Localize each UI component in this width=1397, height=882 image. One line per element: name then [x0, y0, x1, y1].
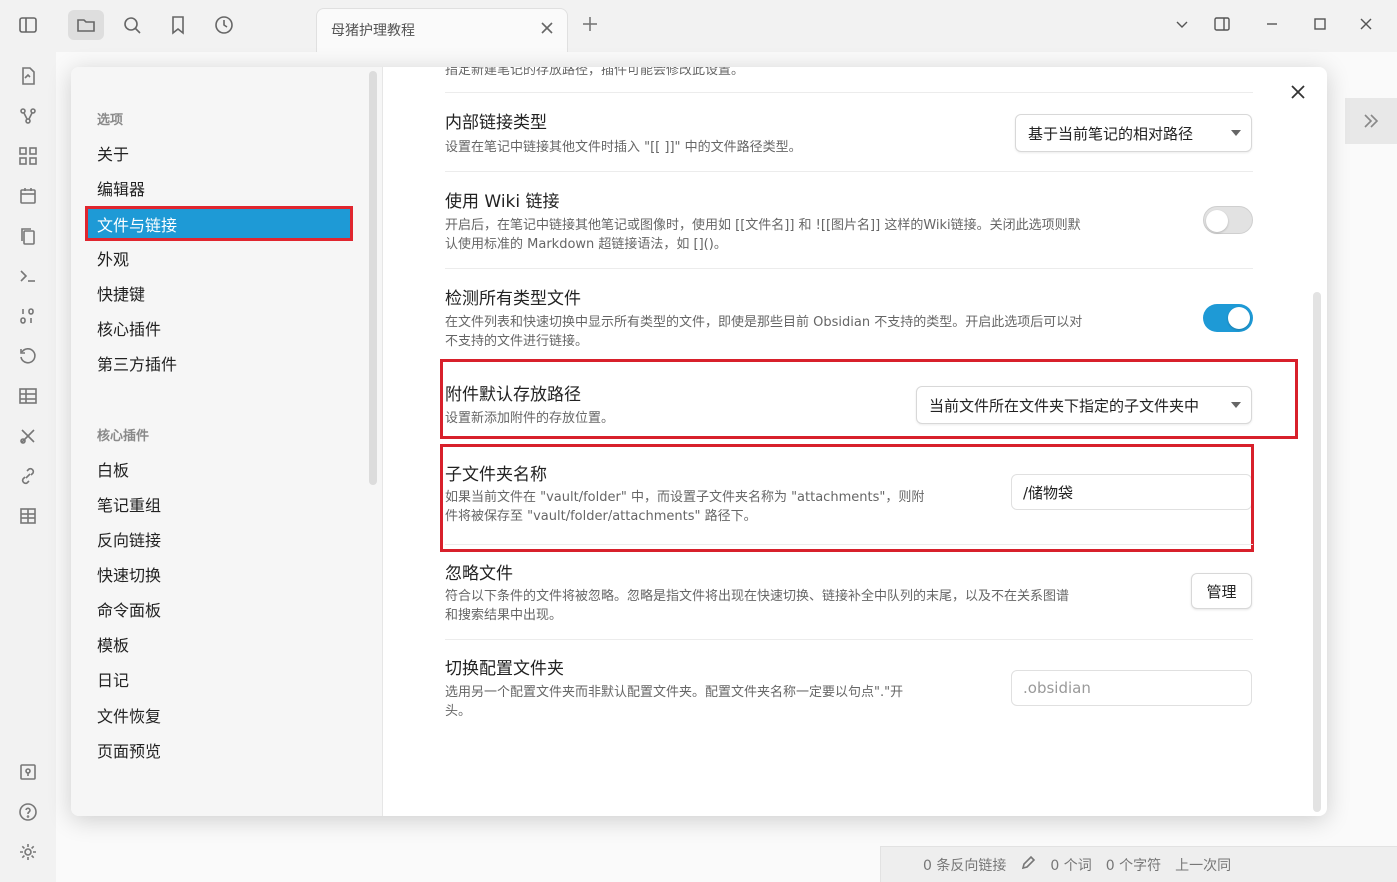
history-icon[interactable]	[16, 344, 40, 368]
setting-name: 切换配置文件夹	[445, 659, 564, 679]
sidebar-item-appearance[interactable]: 外观	[85, 241, 353, 274]
desc-line: 选用另一个配置文件夹而非默认配置文件夹。配置文件夹名称一定要以句点"."开	[445, 685, 904, 700]
setting-name: 使用 Wiki 链接	[445, 192, 560, 212]
highlight-box	[440, 359, 1298, 439]
search-icon[interactable]	[114, 10, 150, 40]
sidebar-item-about[interactable]: 关于	[85, 136, 353, 169]
desc-line: 开启后，在笔记中链接其他笔记或图像时，使用如 [[文件名]] 和 ![[图片名]…	[445, 218, 1081, 233]
setting-wiki-links: 使用 Wiki 链接 开启后，在笔记中链接其他笔记或图像时，使用如 [[文件名]…	[445, 171, 1253, 268]
link-icon[interactable]	[16, 464, 40, 488]
top-cut-description: 指定新建笔记的存放路径，插件可能会修改此设置。	[445, 67, 745, 78]
left-ribbon	[0, 52, 56, 882]
sidebar-item-core-plugins[interactable]: 核心插件	[85, 311, 353, 344]
chevron-down-icon	[1231, 130, 1241, 136]
core-plugins-heading: 核心插件	[97, 429, 150, 444]
table-icon[interactable]	[16, 384, 40, 408]
canvas-icon[interactable]	[16, 144, 40, 168]
toggle-knob	[1228, 307, 1250, 329]
internal-link-type-dropdown[interactable]: 基于当前笔记的相对路径	[1015, 114, 1252, 152]
minimize-icon[interactable]	[1260, 12, 1284, 36]
desc-line: 和搜索结果中出现。	[445, 608, 563, 623]
folder-icon[interactable]	[68, 10, 104, 40]
desc-line: 认使用标准的 Markdown 超链接语法，如 []()。	[445, 237, 727, 252]
terminal-icon[interactable]	[16, 264, 40, 288]
setting-detect-all-file-types: 检测所有类型文件 在文件列表和快速切换中显示所有类型的文件，即使是那些目前 Ob…	[445, 268, 1253, 364]
sidebar-item-templates[interactable]: 模板	[85, 627, 353, 660]
sidebar-item-quick-switcher[interactable]: 快速切换	[85, 557, 353, 590]
desc-line: 头。	[445, 704, 472, 719]
tab-active-note[interactable]: 母猪护理教程	[316, 8, 568, 52]
pencil-icon[interactable]	[1020, 855, 1036, 875]
clock-icon[interactable]	[206, 10, 242, 40]
maximize-icon[interactable]	[1308, 12, 1332, 36]
tab-title: 母猪护理教程	[331, 23, 415, 39]
calendar-icon[interactable]	[16, 184, 40, 208]
vault-icon[interactable]	[16, 760, 40, 784]
highlight-box	[440, 444, 1254, 552]
expand-right-sidebar-icon[interactable]	[1345, 98, 1397, 144]
settings-modal: 选项 关于 编辑器 文件与链接 外观 快捷键 核心插件 第三方插件 核心插件 白…	[71, 67, 1327, 816]
close-icon[interactable]	[539, 20, 557, 38]
last-sync: 上一次同	[1175, 857, 1232, 874]
sidebar-item-daily-notes[interactable]: 日记	[85, 662, 353, 695]
sidebar-item-note-composer[interactable]: 笔记重组	[85, 487, 353, 520]
status-bar: 0 条反向链接 0 个词 0 个字符 上一次同	[880, 846, 1397, 882]
window-close-icon[interactable]	[1354, 12, 1378, 36]
setting-description: 符合以下条件的文件将被忽略。忽略是指文件将出现在快速切换、链接补全中队列的末尾，…	[445, 587, 1185, 625]
manage-button[interactable]: 管理	[1191, 573, 1252, 609]
sidebar-toggle-icon[interactable]	[10, 10, 46, 40]
desc-line: 符合以下条件的文件将被忽略。忽略是指文件将出现在快速切换、链接补全中队列的末尾，…	[445, 589, 1070, 604]
right-sidebar-toggle-icon[interactable]	[1210, 12, 1234, 36]
setting-internal-link-type: 内部链接类型 设置在笔记中链接其他文件时插入 "[[ ]]" 中的文件路径类型。…	[445, 92, 1253, 171]
settings-sidebar: 选项 关于 编辑器 文件与链接 外观 快捷键 核心插件 第三方插件 核心插件 白…	[71, 67, 383, 816]
detect-all-files-toggle[interactable]	[1203, 304, 1253, 332]
sidebar-item-canvas[interactable]: 白板	[85, 452, 353, 485]
sidebar-item-editor[interactable]: 编辑器	[85, 171, 353, 204]
dropdown-value: 基于当前笔记的相对路径	[1028, 124, 1194, 143]
setting-description: 开启后，在笔记中链接其他笔记或图像时，使用如 [[文件名]] 和 ![[图片名]…	[445, 216, 1185, 254]
binary-icon[interactable]	[16, 304, 40, 328]
title-bar: 母猪护理教程	[0, 0, 1397, 52]
setting-name: 忽略文件	[445, 564, 513, 584]
backlinks-count[interactable]: 0 条反向链接	[923, 855, 1006, 875]
setting-description: 在文件列表和快速切换中显示所有类型的文件，即使是那些目前 Obsidian 不支…	[445, 313, 1185, 351]
setting-description: 选用另一个配置文件夹而非默认配置文件夹。配置文件夹名称一定要以句点"."开 头。	[445, 683, 990, 721]
help-icon[interactable]	[16, 800, 40, 824]
setting-name: 内部链接类型	[445, 113, 547, 133]
tools-icon[interactable]	[16, 424, 40, 448]
gear-icon[interactable]	[16, 840, 40, 864]
wiki-links-toggle[interactable]	[1203, 206, 1253, 234]
sidebar-item-backlinks[interactable]: 反向链接	[85, 522, 353, 555]
sidebar-item-file-recovery[interactable]: 文件恢复	[85, 698, 353, 731]
toggle-knob	[1206, 210, 1228, 232]
desc-line: 在文件列表和快速切换中显示所有类型的文件，即使是那些目前 Obsidian 不支…	[445, 315, 1083, 330]
sidebar-scrollbar[interactable]	[369, 71, 377, 485]
sidebar-item-hotkeys[interactable]: 快捷键	[85, 276, 353, 309]
quick-note-icon[interactable]	[16, 64, 40, 88]
content-scrollbar[interactable]	[1313, 292, 1321, 812]
setting-excluded-files: 忽略文件 符合以下条件的文件将被忽略。忽略是指文件将出现在快速切换、链接补全中队…	[445, 544, 1253, 639]
sidebar-item-community-plugins[interactable]: 第三方插件	[85, 346, 353, 379]
sidebar-item-command-palette[interactable]: 命令面板	[85, 592, 353, 625]
sidebar-item-files-links[interactable]: 文件与链接	[85, 206, 353, 241]
config-folder-input[interactable]: .obsidian	[1011, 670, 1252, 706]
char-count: 0 个字符	[1105, 857, 1162, 874]
setting-config-folder: 切换配置文件夹 选用另一个配置文件夹而非默认配置文件夹。配置文件夹名称一定要以句…	[445, 639, 1253, 739]
graph-icon[interactable]	[16, 104, 40, 128]
setting-name: 检测所有类型文件	[445, 289, 581, 309]
options-heading: 选项	[97, 113, 124, 128]
chevron-down-icon[interactable]	[1170, 12, 1194, 36]
new-tab-icon[interactable]	[580, 14, 602, 36]
word-count: 0 个词	[1050, 857, 1092, 874]
desc-line: 不支持的文件进行链接。	[445, 334, 589, 349]
copy-icon[interactable]	[16, 224, 40, 248]
bookmark-icon[interactable]	[160, 10, 196, 40]
sidebar-item-page-preview[interactable]: 页面预览	[85, 733, 353, 766]
modal-close-icon[interactable]	[1285, 79, 1311, 105]
setting-description: 设置在笔记中链接其他文件时插入 "[[ ]]" 中的文件路径类型。	[445, 140, 802, 155]
grid-table-icon[interactable]	[16, 504, 40, 528]
